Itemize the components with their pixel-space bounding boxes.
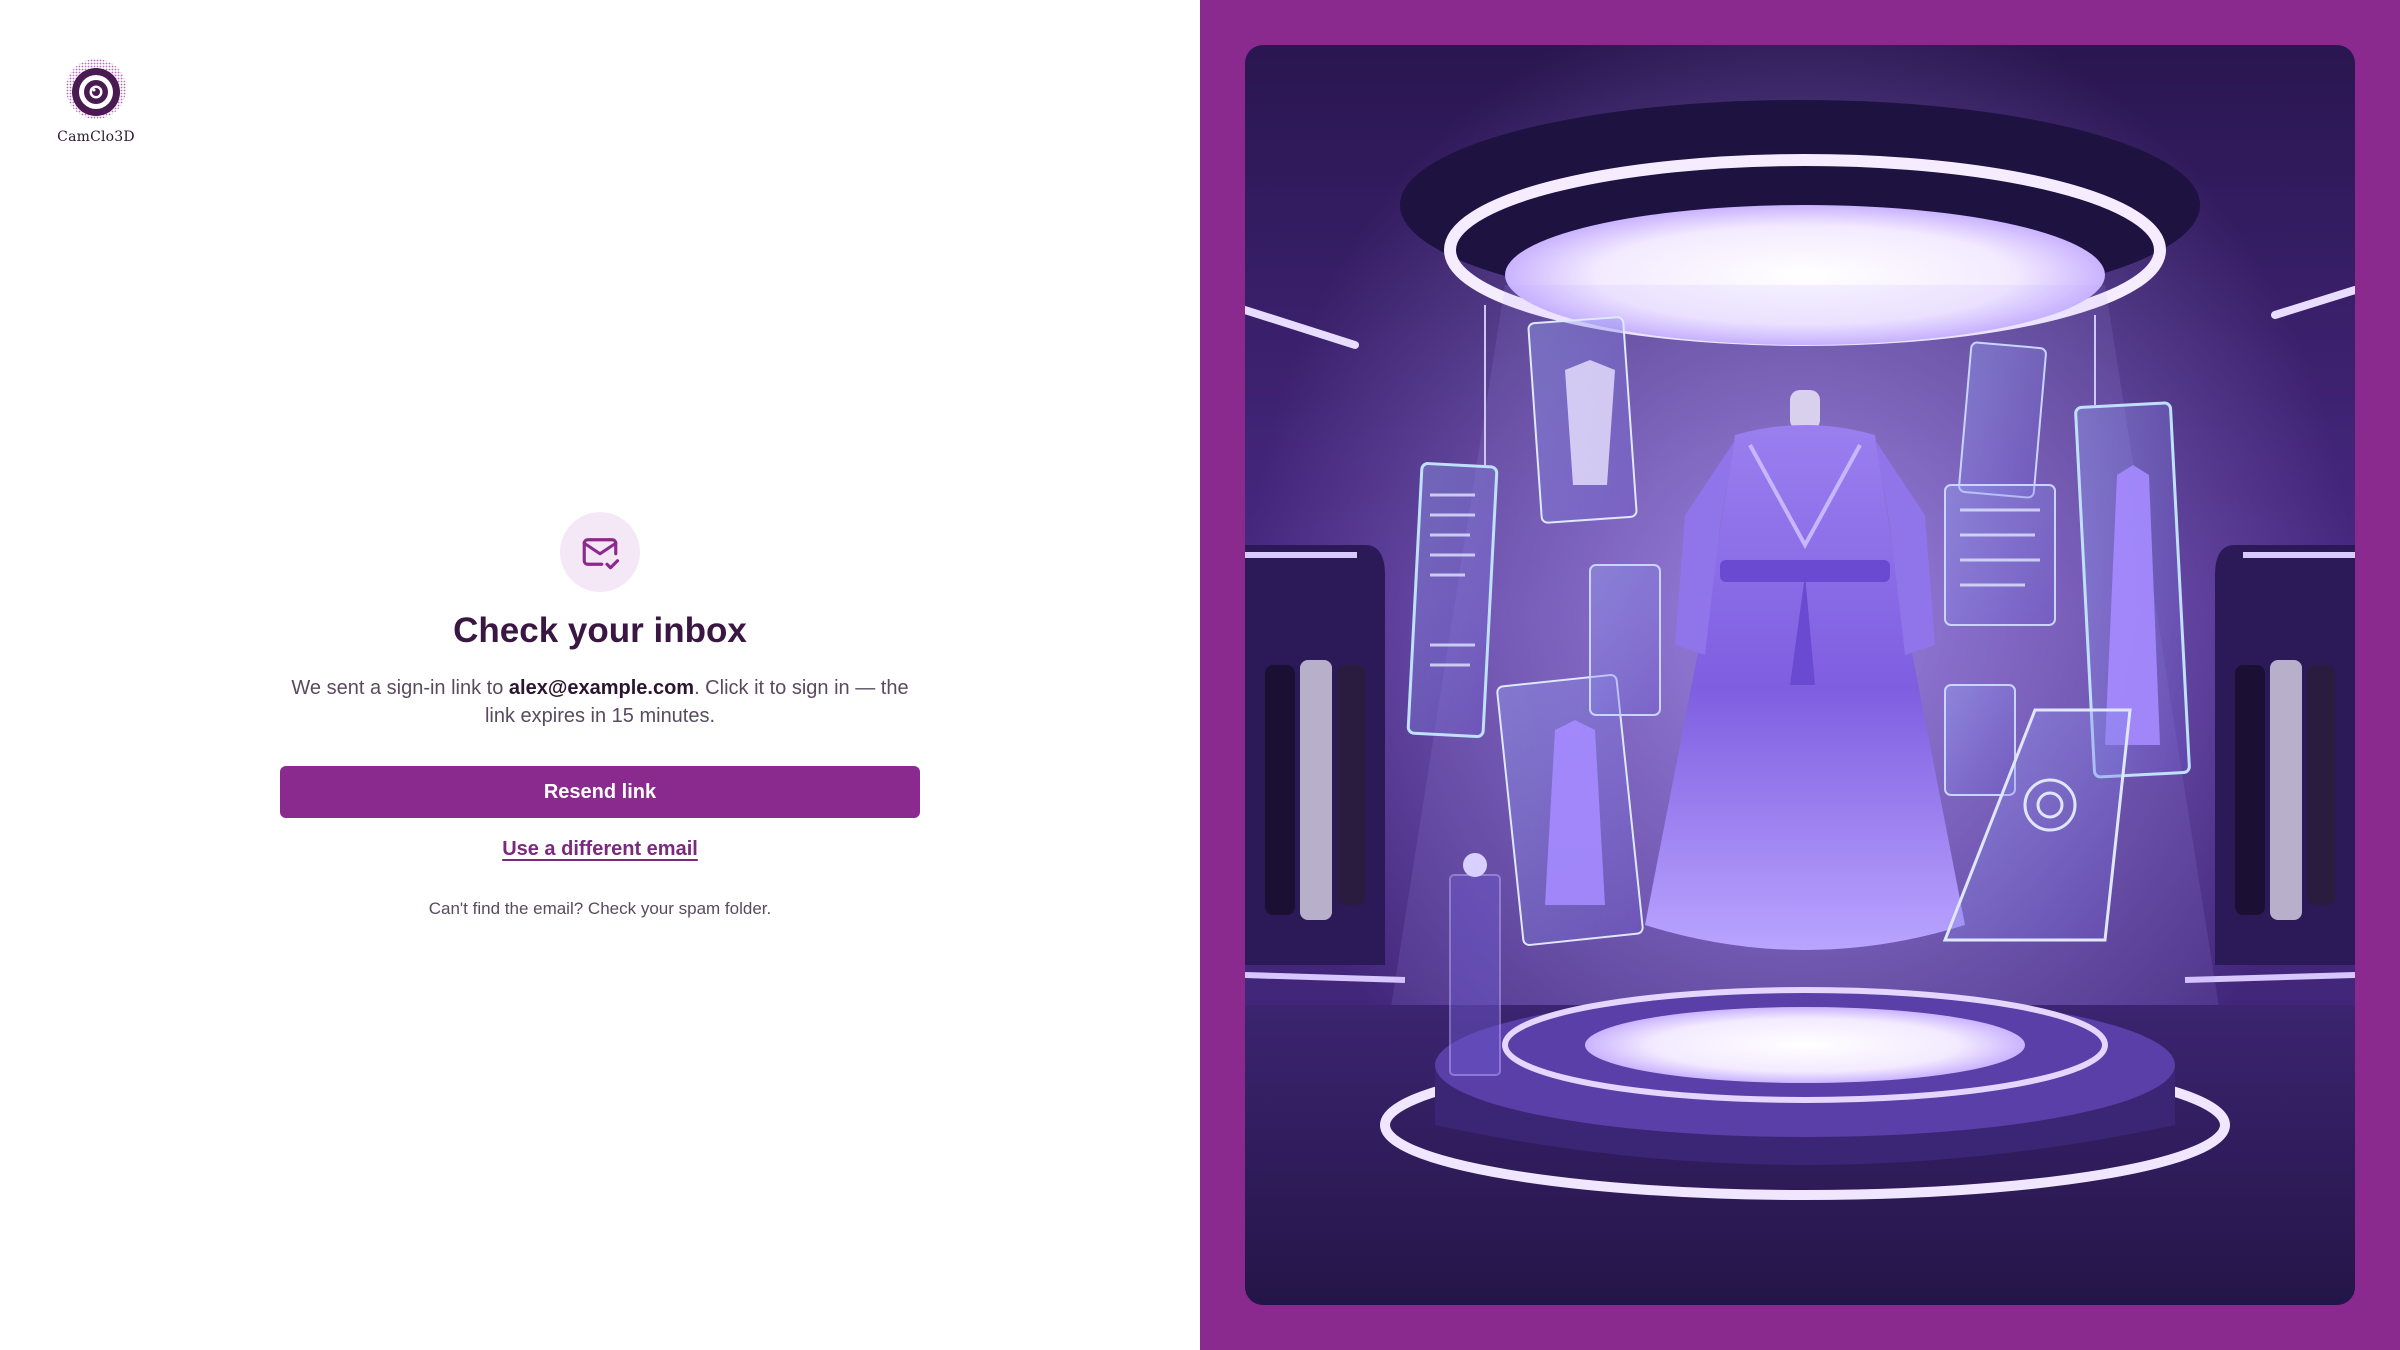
camera-lens-logo-icon xyxy=(66,59,126,119)
floating-panel xyxy=(1406,462,1499,738)
virtual-showroom-image xyxy=(1245,45,2355,1305)
right-panel xyxy=(1200,0,2400,1350)
floating-panel xyxy=(1527,316,1638,524)
page-title: Check your inbox xyxy=(453,611,747,650)
description-prefix: We sent a sign-in link to xyxy=(291,677,509,699)
floating-panel xyxy=(1958,341,2047,499)
description: We sent a sign-in link to alex@example.c… xyxy=(290,674,910,730)
mail-check-icon xyxy=(582,538,620,570)
floating-panel xyxy=(1944,684,2016,796)
brand-name: CamClo3D xyxy=(57,129,135,145)
resend-link-button[interactable]: Resend link xyxy=(280,766,920,818)
left-panel: CamClo3D Check your inbox We sent a sign… xyxy=(0,0,1200,1350)
spam-hint: Can't find the email? Check your spam fo… xyxy=(428,899,772,918)
hero-illustration xyxy=(1245,45,2355,1305)
confirmation-card: Check your inbox We sent a sign-in link … xyxy=(280,512,920,919)
user-email: alex@example.com xyxy=(508,677,695,699)
floating-panel xyxy=(1944,484,2056,626)
icon-badge xyxy=(560,512,640,592)
signin-page: CamClo3D Check your inbox We sent a sign… xyxy=(0,0,2400,1350)
floating-panel xyxy=(1589,564,1661,716)
brand-logo[interactable]: CamClo3D xyxy=(56,56,136,145)
use-different-email-link[interactable]: Use a different email xyxy=(502,838,698,861)
